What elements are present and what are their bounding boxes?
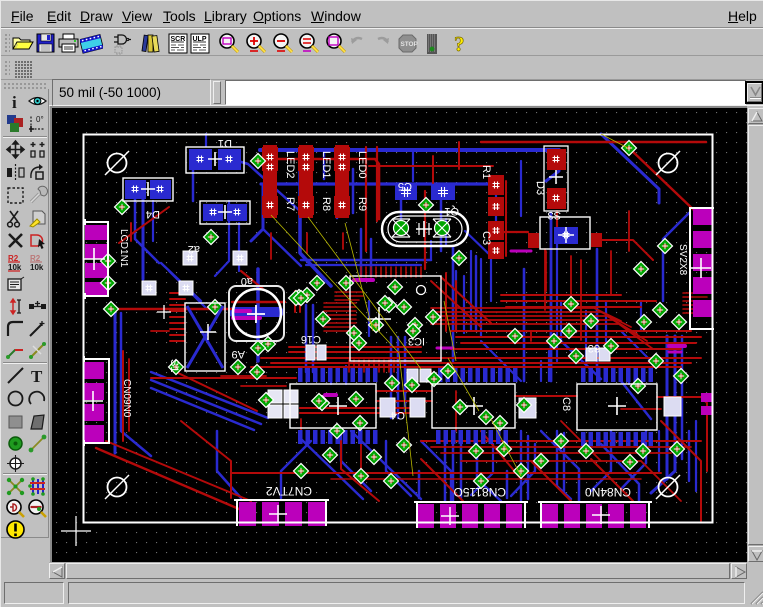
svg-text:Q1: Q1	[444, 205, 459, 217]
svg-text:C5: C5	[398, 180, 412, 192]
svg-text:S3: S3	[548, 209, 561, 221]
svg-text:R7: R7	[284, 197, 296, 211]
svg-text:LED1: LED1	[320, 151, 332, 179]
svg-text:a2: a2	[188, 243, 200, 255]
svg-text:C3: C3	[480, 231, 492, 245]
svg-text:CN84N0: CN84N0	[585, 485, 631, 499]
svg-text:?: ?	[454, 32, 465, 55]
svg-text:SV2X8: SV2X8	[677, 244, 688, 276]
svg-text:83: 83	[588, 342, 600, 354]
svg-text:C4: C4	[391, 409, 405, 421]
svg-text:CN09N0: CN09N0	[121, 379, 132, 418]
svg-text:0°: 0°	[36, 115, 44, 124]
svg-text:CN8115O: CN8115O	[454, 485, 506, 499]
svg-text:D3: D3	[534, 181, 546, 195]
svg-text:R9: R9	[356, 197, 368, 211]
svg-text:LED2: LED2	[284, 151, 296, 179]
svg-text:D4: D4	[146, 208, 160, 220]
svg-text:D1: D1	[218, 137, 232, 149]
svg-text:LCD1N1: LCD1N1	[118, 229, 129, 268]
svg-text:R1: R1	[480, 165, 492, 179]
svg-text:STOP: STOP	[401, 41, 419, 48]
svg-text:C8: C8	[560, 397, 572, 411]
svg-text:i: i	[12, 93, 17, 112]
svg-text:R8: R8	[320, 197, 332, 211]
svg-text:A9: A9	[232, 348, 245, 360]
svg-text:a0: a0	[241, 275, 253, 287]
svg-text:T: T	[31, 367, 43, 386]
svg-text:C16: C16	[301, 333, 321, 345]
svg-text:S1: S1	[168, 359, 180, 372]
svg-text:IC3: IC3	[408, 335, 425, 347]
svg-text:LED0: LED0	[356, 151, 368, 179]
svg-text:10k: 10k	[30, 263, 44, 272]
svg-text:CN7TV2: CN7TV2	[266, 484, 312, 498]
